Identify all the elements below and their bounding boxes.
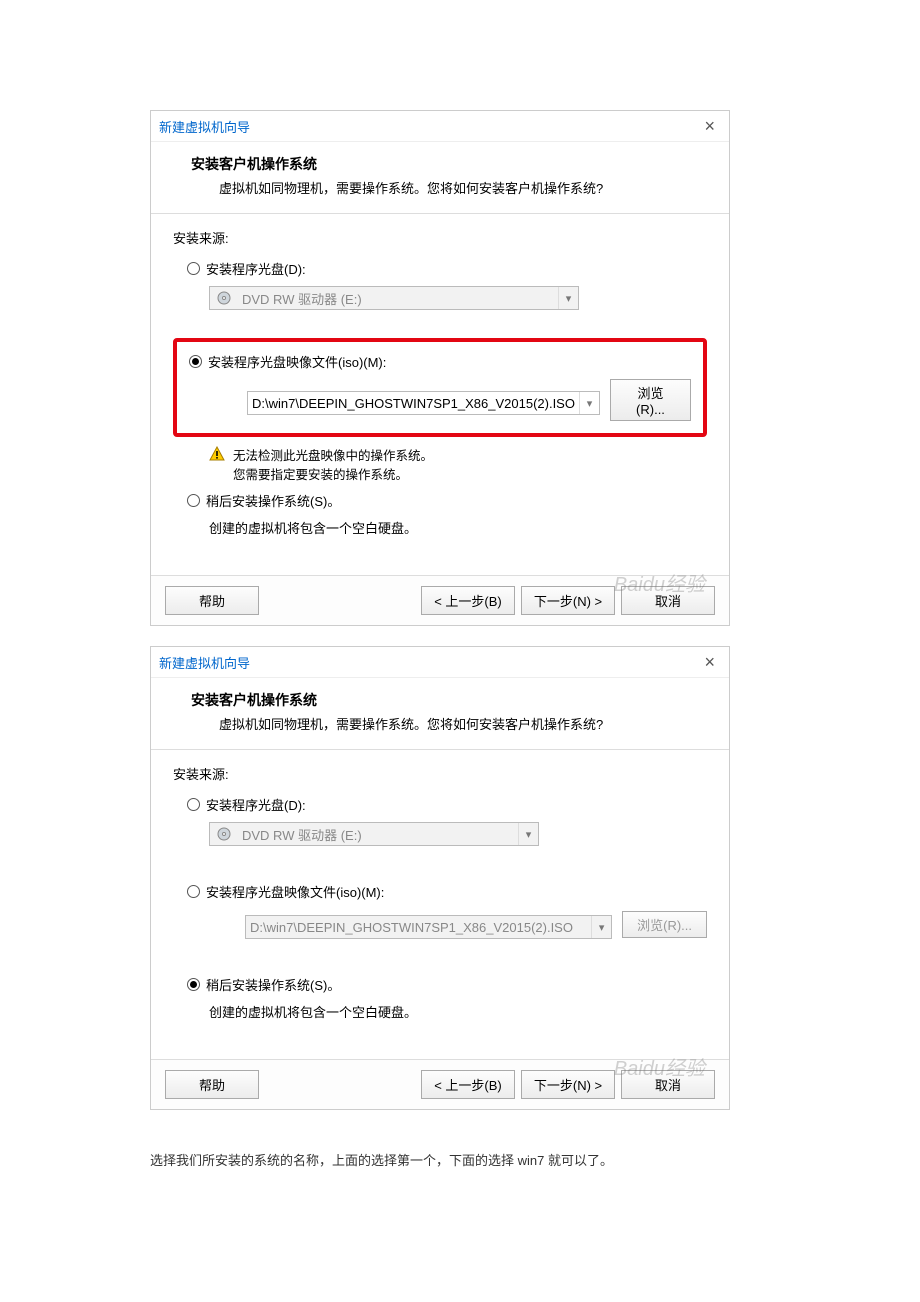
disc-icon: [216, 826, 232, 842]
warning-icon: [209, 446, 225, 462]
header-subtitle: 虚拟机如同物理机，需要操作系统。您将如何安装客户机操作系统?: [191, 714, 689, 733]
option-iso-label: 安装程序光盘映像文件(iso)(M):: [208, 352, 386, 371]
back-button[interactable]: < 上一步(B): [421, 586, 515, 615]
browse-button[interactable]: 浏览(R)...: [610, 379, 691, 421]
wizard-dialog-1: 新建虚拟机向导 × 安装客户机操作系统 虚拟机如同物理机，需要操作系统。您将如何…: [150, 110, 730, 626]
option-iso[interactable]: 安装程序光盘映像文件(iso)(M):: [189, 350, 691, 373]
radio-later[interactable]: [187, 494, 200, 507]
radio-iso[interactable]: [187, 885, 200, 898]
iso-path-text: D:\win7\DEEPIN_GHOSTWIN7SP1_X86_V2015(2)…: [248, 396, 579, 411]
header-title: 安装客户机操作系统: [191, 690, 689, 710]
source-label: 安装来源:: [173, 228, 707, 247]
wizard-dialog-2: 新建虚拟机向导 × 安装客户机操作系统 虚拟机如同物理机，需要操作系统。您将如何…: [150, 646, 730, 1110]
option-iso[interactable]: 安装程序光盘映像文件(iso)(M):: [173, 880, 707, 903]
titlebar: 新建虚拟机向导 ×: [151, 111, 729, 142]
iso-path-combo: D:\win7\DEEPIN_GHOSTWIN7SP1_X86_V2015(2)…: [245, 915, 612, 939]
cancel-button[interactable]: 取消: [621, 1070, 715, 1099]
disc-drive-combo: DVD RW 驱动器 (E:) ▾: [209, 822, 539, 846]
wizard-header: 安装客户机操作系统 虚拟机如同物理机，需要操作系统。您将如何安装客户机操作系统?: [151, 142, 729, 213]
option-disc[interactable]: 安装程序光盘(D):: [173, 257, 707, 280]
chevron-down-icon: ▾: [591, 916, 611, 938]
option-later-label: 稍后安装操作系统(S)。: [206, 975, 340, 994]
disc-drive-combo: DVD RW 驱动器 (E:) ▾: [209, 286, 579, 310]
option-disc[interactable]: 安装程序光盘(D):: [173, 793, 707, 816]
chevron-down-icon: ▾: [518, 823, 538, 845]
option-iso-label: 安装程序光盘映像文件(iso)(M):: [206, 882, 384, 901]
later-note: 创建的虚拟机将包含一个空白硬盘。: [209, 518, 707, 537]
radio-disc[interactable]: [187, 262, 200, 275]
close-icon[interactable]: ×: [698, 651, 721, 673]
chevron-down-icon: ▾: [558, 287, 578, 309]
header-title: 安装客户机操作系统: [191, 154, 689, 174]
radio-later[interactable]: [187, 978, 200, 991]
next-button[interactable]: 下一步(N) >: [521, 586, 615, 615]
wizard-header: 安装客户机操作系统 虚拟机如同物理机，需要操作系统。您将如何安装客户机操作系统?: [151, 678, 729, 749]
warn-line-1: 无法检测此光盘映像中的操作系统。: [233, 445, 433, 464]
help-button[interactable]: 帮助: [165, 1070, 259, 1099]
iso-path-combo[interactable]: D:\win7\DEEPIN_GHOSTWIN7SP1_X86_V2015(2)…: [247, 391, 600, 415]
option-later-label: 稍后安装操作系统(S)。: [206, 491, 340, 510]
browse-button: 浏览(R)...: [622, 911, 707, 938]
radio-iso[interactable]: [189, 355, 202, 368]
disc-drive-text: DVD RW 驱动器 (E:): [238, 289, 558, 308]
option-later[interactable]: 稍后安装操作系统(S)。: [173, 489, 707, 512]
window-title: 新建虚拟机向导: [159, 653, 250, 672]
wizard-footer: 帮助 < 上一步(B) 下一步(N) > 取消: [151, 575, 729, 625]
warn-line-2: 您需要指定要安装的操作系统。: [233, 464, 433, 483]
option-later[interactable]: 稍后安装操作系统(S)。: [173, 973, 707, 996]
iso-warning: 无法检测此光盘映像中的操作系统。 您需要指定要安装的操作系统。: [209, 445, 707, 483]
highlighted-iso-section: 安装程序光盘映像文件(iso)(M): D:\win7\DEEPIN_GHOST…: [173, 338, 707, 437]
cancel-button[interactable]: 取消: [621, 586, 715, 615]
help-button[interactable]: 帮助: [165, 586, 259, 615]
window-title: 新建虚拟机向导: [159, 117, 250, 136]
later-note: 创建的虚拟机将包含一个空白硬盘。: [209, 1002, 707, 1021]
titlebar: 新建虚拟机向导 ×: [151, 647, 729, 678]
chevron-down-icon[interactable]: ▾: [579, 392, 599, 414]
page-caption: 选择我们所安装的系统的名称，上面的选择第一个，下面的选择 win7 就可以了。: [150, 1150, 770, 1169]
header-subtitle: 虚拟机如同物理机，需要操作系统。您将如何安装客户机操作系统?: [191, 178, 689, 197]
close-icon[interactable]: ×: [698, 115, 721, 137]
iso-path-text: D:\win7\DEEPIN_GHOSTWIN7SP1_X86_V2015(2)…: [246, 920, 591, 935]
disc-drive-text: DVD RW 驱动器 (E:): [238, 825, 518, 844]
next-button[interactable]: 下一步(N) >: [521, 1070, 615, 1099]
source-label: 安装来源:: [173, 764, 707, 783]
option-disc-label: 安装程序光盘(D):: [206, 259, 306, 278]
option-disc-label: 安装程序光盘(D):: [206, 795, 306, 814]
back-button[interactable]: < 上一步(B): [421, 1070, 515, 1099]
wizard-footer: 帮助 < 上一步(B) 下一步(N) > 取消: [151, 1059, 729, 1109]
disc-icon: [216, 290, 232, 306]
radio-disc[interactable]: [187, 798, 200, 811]
